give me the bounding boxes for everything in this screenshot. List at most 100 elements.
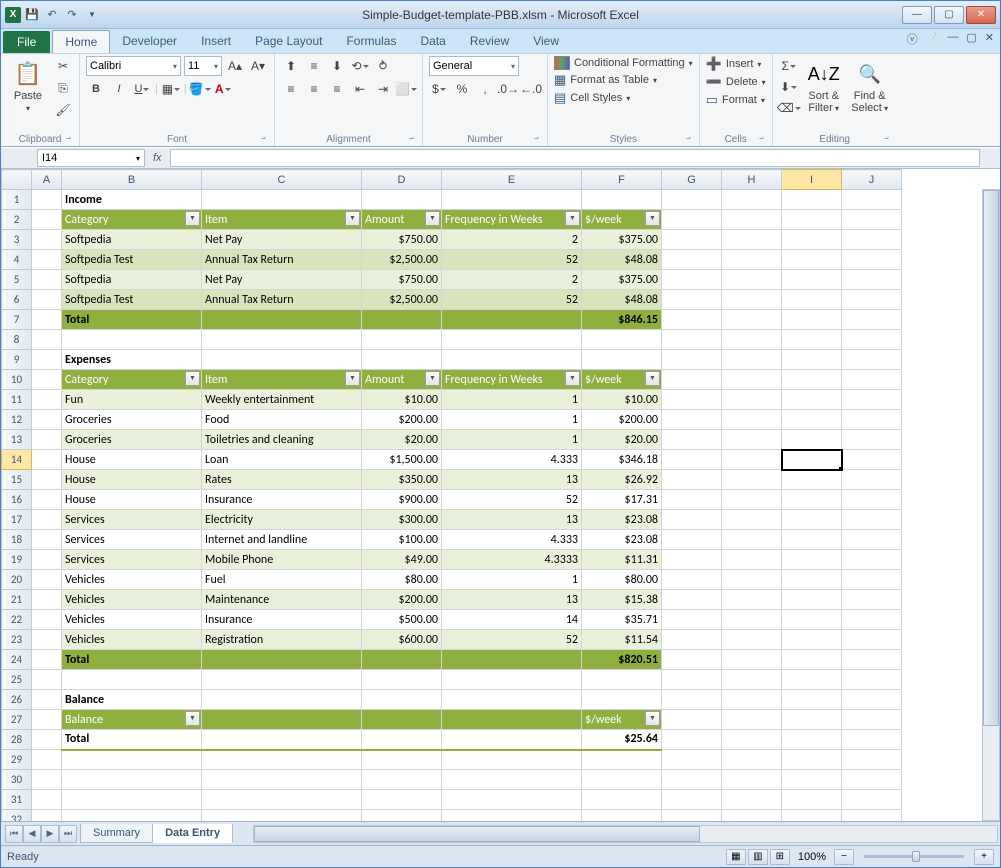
- cell-B29[interactable]: [62, 750, 202, 770]
- percent-format-icon[interactable]: %: [452, 79, 472, 99]
- row-header[interactable]: 13: [2, 430, 32, 450]
- cell-E14[interactable]: 4.333: [442, 450, 582, 470]
- cell-F31[interactable]: [582, 790, 662, 810]
- sort-filter-button[interactable]: A↓Z Sort & Filter ▾: [803, 56, 845, 114]
- row-header[interactable]: 29: [2, 750, 32, 770]
- close-button[interactable]: ✕: [966, 6, 996, 24]
- cell-D11[interactable]: $10.00: [362, 390, 442, 410]
- wrap-text-icon[interactable]: ⥁: [373, 56, 393, 76]
- cell-C22[interactable]: Insurance: [202, 610, 362, 630]
- tab-review[interactable]: Review: [458, 30, 521, 53]
- cell-I10[interactable]: [782, 370, 842, 390]
- cell-A18[interactable]: [32, 530, 62, 550]
- row-header[interactable]: 19: [2, 550, 32, 570]
- cell-E12[interactable]: 1: [442, 410, 582, 430]
- cell-D2[interactable]: Amount▼: [362, 210, 442, 230]
- spreadsheet-grid[interactable]: ABCDEFGHIJ1Income2Category▼Item▼Amount▼F…: [1, 169, 1000, 821]
- cell-A30[interactable]: [32, 770, 62, 790]
- column-header-B[interactable]: B: [62, 170, 202, 190]
- row-header[interactable]: 11: [2, 390, 32, 410]
- cell-A25[interactable]: [32, 670, 62, 690]
- cell-B12[interactable]: Groceries: [62, 410, 202, 430]
- align-center-icon[interactable]: ≡: [304, 79, 324, 99]
- row-header[interactable]: 1: [2, 190, 32, 210]
- cell-G24[interactable]: [662, 650, 722, 670]
- cell-F12[interactable]: $200.00: [582, 410, 662, 430]
- clear-icon[interactable]: ⌫: [779, 98, 799, 118]
- cell-A17[interactable]: [32, 510, 62, 530]
- cell-A23[interactable]: [32, 630, 62, 650]
- cell-G28[interactable]: [662, 730, 722, 750]
- cell-G9[interactable]: [662, 350, 722, 370]
- cell-I27[interactable]: [782, 710, 842, 730]
- fill-icon[interactable]: ⬇: [779, 77, 799, 97]
- cell-F26[interactable]: [582, 690, 662, 710]
- format-as-table-button[interactable]: ▦Format as Table ▾: [554, 72, 657, 88]
- tab-page-layout[interactable]: Page Layout: [243, 30, 334, 53]
- sheet-nav-prev-icon[interactable]: ◀: [23, 825, 41, 843]
- cell-G27[interactable]: [662, 710, 722, 730]
- cell-I18[interactable]: [782, 530, 842, 550]
- cell-G19[interactable]: [662, 550, 722, 570]
- cell-G20[interactable]: [662, 570, 722, 590]
- sheet-nav-next-icon[interactable]: ▶: [41, 825, 59, 843]
- fx-icon[interactable]: fx: [153, 152, 162, 164]
- cell-B4[interactable]: Softpedia Test: [62, 250, 202, 270]
- page-layout-view-icon[interactable]: ▥: [748, 849, 768, 865]
- cell-G3[interactable]: [662, 230, 722, 250]
- doc-minimize-icon[interactable]: —: [947, 31, 958, 47]
- column-header-E[interactable]: E: [442, 170, 582, 190]
- cell-I21[interactable]: [782, 590, 842, 610]
- cell-F27[interactable]: $/week▼: [582, 710, 662, 730]
- cell-A6[interactable]: [32, 290, 62, 310]
- sheet-tab-summary[interactable]: Summary: [80, 824, 153, 843]
- cell-D6[interactable]: $2,500.00: [362, 290, 442, 310]
- cell-G21[interactable]: [662, 590, 722, 610]
- cell-E24[interactable]: [442, 650, 582, 670]
- cell-D15[interactable]: $350.00: [362, 470, 442, 490]
- row-header[interactable]: 26: [2, 690, 32, 710]
- cell-G14[interactable]: [662, 450, 722, 470]
- cell-A31[interactable]: [32, 790, 62, 810]
- cell-F24[interactable]: $820.51: [582, 650, 662, 670]
- cell-F21[interactable]: $15.38: [582, 590, 662, 610]
- cell-B8[interactable]: [62, 330, 202, 350]
- cell-J19[interactable]: [842, 550, 902, 570]
- doc-close-icon[interactable]: ✕: [985, 31, 994, 47]
- cell-C20[interactable]: Fuel: [202, 570, 362, 590]
- cell-B16[interactable]: House: [62, 490, 202, 510]
- conditional-formatting-button[interactable]: Conditional Formatting ▾: [554, 56, 693, 70]
- cell-H1[interactable]: [722, 190, 782, 210]
- cell-A16[interactable]: [32, 490, 62, 510]
- cell-J13[interactable]: [842, 430, 902, 450]
- zoom-out-icon[interactable]: −: [834, 849, 854, 865]
- cell-I24[interactable]: [782, 650, 842, 670]
- cell-G4[interactable]: [662, 250, 722, 270]
- tab-developer[interactable]: Developer: [110, 30, 189, 53]
- format-cells-button[interactable]: ▭Format ▾: [706, 92, 765, 108]
- align-middle-icon[interactable]: ≡: [304, 56, 324, 76]
- cell-B25[interactable]: [62, 670, 202, 690]
- cell-C29[interactable]: [202, 750, 362, 770]
- fill-color-button[interactable]: 🪣: [190, 79, 210, 99]
- cell-H8[interactable]: [722, 330, 782, 350]
- cell-G10[interactable]: [662, 370, 722, 390]
- cell-A5[interactable]: [32, 270, 62, 290]
- filter-dropdown-icon[interactable]: ▼: [425, 211, 440, 226]
- row-header[interactable]: 28: [2, 730, 32, 750]
- column-header-J[interactable]: J: [842, 170, 902, 190]
- increase-indent-icon[interactable]: ⇥: [373, 79, 393, 99]
- cell-D4[interactable]: $2,500.00: [362, 250, 442, 270]
- cell-E21[interactable]: 13: [442, 590, 582, 610]
- cell-E2[interactable]: Frequency in Weeks▼: [442, 210, 582, 230]
- cell-D24[interactable]: [362, 650, 442, 670]
- comma-format-icon[interactable]: ,: [475, 79, 495, 99]
- cell-D30[interactable]: [362, 770, 442, 790]
- cell-E13[interactable]: 1: [442, 430, 582, 450]
- cell-B7[interactable]: Total: [62, 310, 202, 330]
- cell-F18[interactable]: $23.08: [582, 530, 662, 550]
- cell-A3[interactable]: [32, 230, 62, 250]
- filter-dropdown-icon[interactable]: ▼: [345, 211, 360, 226]
- accounting-format-icon[interactable]: $: [429, 79, 449, 99]
- cell-J3[interactable]: [842, 230, 902, 250]
